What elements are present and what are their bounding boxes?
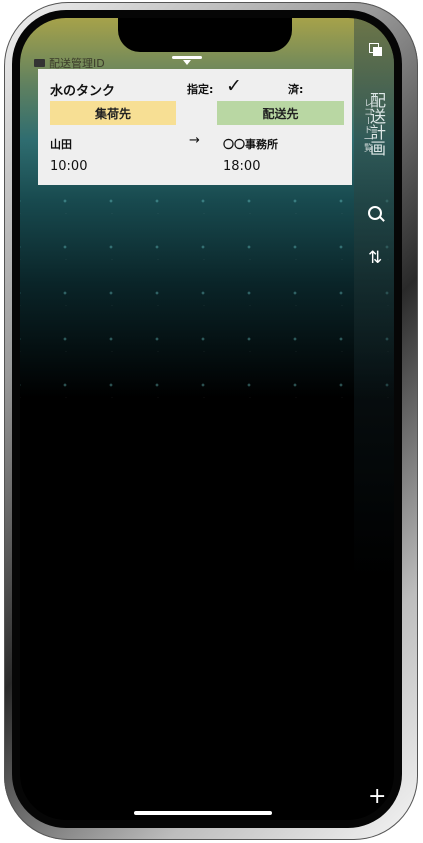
background-dots: [20, 168, 394, 398]
chevron-down-icon: [183, 60, 191, 65]
assigned-label: 指定:: [187, 83, 214, 96]
handle-bar: [172, 56, 202, 59]
delivery-id-header: 配送管理ID: [34, 56, 105, 70]
sidebar-subtitle: レコード一覧: [362, 98, 372, 152]
pickup-time: 10:00: [50, 159, 88, 174]
search-icon-handle: [379, 216, 385, 222]
delivery-header: 配送先: [217, 101, 344, 125]
pull-down-handle[interactable]: [172, 56, 202, 65]
add-icon[interactable]: +: [368, 784, 386, 809]
checkmark-icon[interactable]: ✓: [226, 75, 242, 97]
search-icon[interactable]: [367, 205, 385, 223]
pickup-name: 山田: [50, 138, 72, 151]
app-screen: 配送管理ID 水のタンク 指定: ✓ 済: 集荷先 配送先 山田 → 〇〇事務所…: [20, 18, 394, 820]
done-label: 済:: [288, 83, 304, 96]
copy-icon[interactable]: [369, 43, 383, 57]
delivery-id-label: 配送管理ID: [49, 57, 105, 70]
sort-icon[interactable]: ⇅: [368, 248, 382, 268]
pickup-header: 集荷先: [50, 101, 176, 125]
delivery-name: 〇〇事務所: [223, 138, 278, 151]
delivery-time: 18:00: [223, 159, 261, 174]
id-icon: [34, 59, 45, 67]
copy-icon-front: [373, 47, 382, 56]
record-card[interactable]: 水のタンク 指定: ✓ 済: 集荷先 配送先 山田 → 〇〇事務所 10:00 …: [38, 69, 352, 185]
record-title: 水のタンク: [50, 84, 116, 99]
arrow-right-icon: →: [189, 133, 200, 148]
home-indicator[interactable]: [134, 811, 272, 815]
device-notch: [118, 18, 292, 52]
